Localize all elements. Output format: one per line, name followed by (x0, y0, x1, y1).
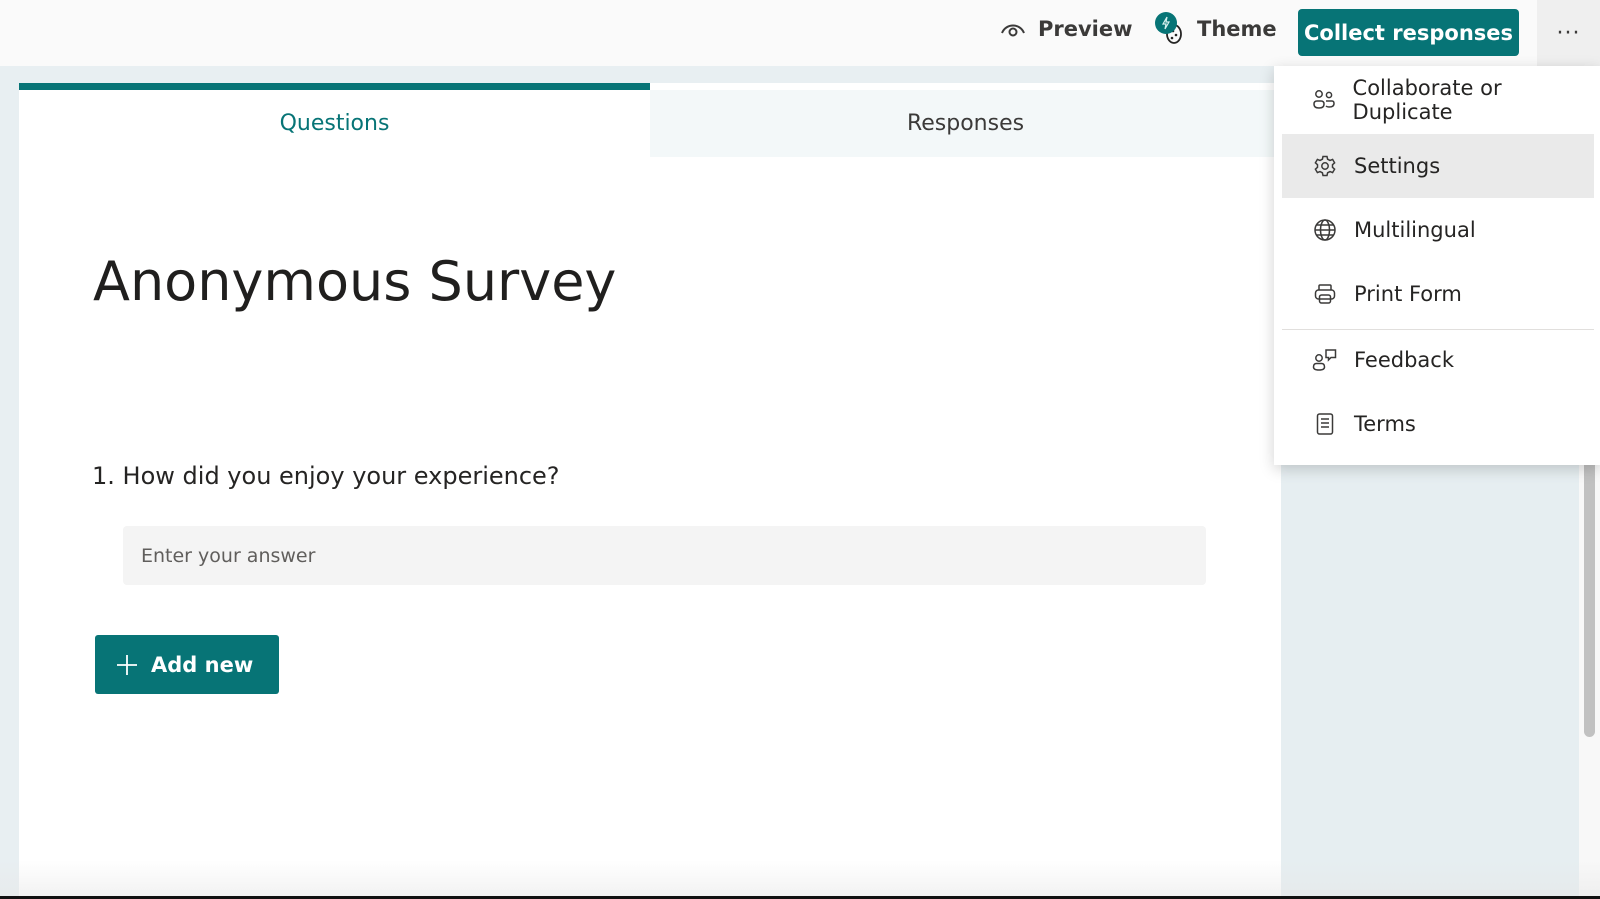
menu-item-feedback[interactable]: Feedback (1282, 328, 1594, 392)
question-title[interactable]: 1. How did you enjoy your experience? (92, 462, 560, 490)
ellipsis-icon: ··· (1556, 20, 1581, 46)
menu-item-print-form[interactable]: Print Form (1282, 262, 1594, 326)
menu-item-label: Terms (1354, 412, 1416, 436)
menu-item-terms[interactable]: Terms (1282, 392, 1594, 456)
scrollbar-thumb[interactable] (1584, 460, 1595, 737)
menu-item-label: Multilingual (1354, 218, 1476, 242)
menu-item-label: Collaborate or Duplicate (1352, 76, 1502, 124)
menu-item-settings[interactable]: Settings (1282, 134, 1594, 198)
question-number: 1. (92, 462, 115, 490)
eye-icon (1000, 20, 1026, 38)
more-options-button[interactable]: ··· (1537, 0, 1600, 66)
preview-button[interactable]: Preview (1000, 17, 1133, 41)
collect-responses-button[interactable]: Collect responses (1298, 9, 1519, 56)
people-icon (1312, 87, 1337, 113)
feedback-icon (1312, 347, 1338, 373)
theme-button[interactable]: Theme (1155, 12, 1277, 46)
document-icon (1312, 411, 1338, 437)
tab-questions[interactable]: Questions (19, 90, 650, 157)
theme-label: Theme (1197, 17, 1277, 41)
plus-icon (115, 653, 139, 677)
question-text: How did you enjoy your experience? (122, 462, 560, 490)
tab-responses[interactable]: Responses (650, 90, 1281, 157)
active-tab-indicator (19, 83, 650, 90)
palette-icon (1155, 12, 1185, 46)
form-title[interactable]: Anonymous Survey (93, 250, 616, 313)
menu-item-collaborate[interactable]: Collaborate or Duplicate (1282, 68, 1594, 132)
tab-responses-label: Responses (906, 111, 1025, 136)
add-new-button[interactable]: Add new (95, 635, 279, 694)
menu-item-multilingual[interactable]: Multilingual (1282, 198, 1594, 262)
menu-item-label: Feedback (1354, 348, 1455, 372)
menu-item-label: Settings (1354, 154, 1441, 178)
menu-item-label: Print Form (1354, 282, 1462, 306)
more-options-menu: Collaborate or Duplicate Settings Multil… (1274, 66, 1600, 465)
add-new-label: Add new (151, 652, 254, 677)
preview-label: Preview (1038, 17, 1133, 41)
globe-icon (1312, 217, 1338, 243)
printer-icon (1312, 281, 1338, 307)
lightning-badge-icon (1155, 12, 1177, 34)
answer-input[interactable] (123, 526, 1206, 585)
top-toolbar: Preview Theme Collect responses ··· (0, 0, 1600, 66)
gear-icon (1312, 153, 1338, 179)
tab-questions-label: Questions (279, 111, 390, 136)
form-card (19, 83, 1281, 899)
